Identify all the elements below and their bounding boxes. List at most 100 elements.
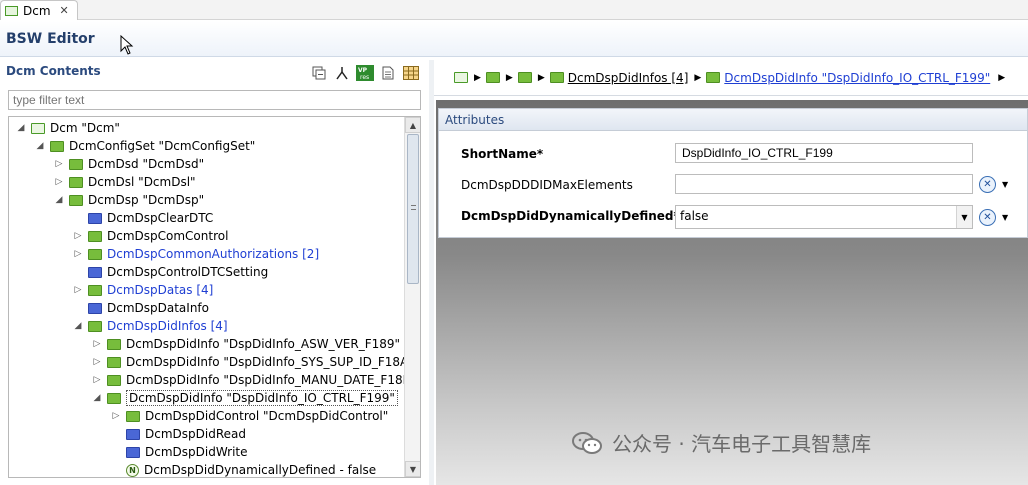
container-icon bbox=[88, 266, 102, 278]
tree-item[interactable]: ▷ DcmDsl "DcmDsl" bbox=[53, 173, 196, 191]
tree-item[interactable]: DcmDspDataInfo bbox=[72, 299, 209, 317]
chevron-down-icon[interactable]: ▼ bbox=[1002, 180, 1008, 189]
shortname-label: ShortName* bbox=[461, 147, 544, 161]
tree-item[interactable]: ▷ DcmDspDidInfo "DspDidInfo_ASW_VER_F189" bbox=[91, 335, 401, 353]
tree-item-label: DcmDspDidRead bbox=[145, 427, 246, 441]
table-icon bbox=[403, 66, 419, 80]
tree-item[interactable]: DcmDspDidRead bbox=[110, 425, 246, 443]
tree-item-label: DcmDspCommonAuthorizations [2] bbox=[107, 247, 320, 261]
breadcrumb-item[interactable]: DcmDspDidInfos [4] bbox=[568, 71, 689, 85]
breadcrumb-arrow-icon[interactable]: ▶ bbox=[506, 73, 513, 83]
collapsed-toggle-icon[interactable]: ▷ bbox=[91, 374, 103, 386]
dddid-tool-button[interactable]: ✕ ▼ bbox=[979, 174, 1015, 194]
panel-toolbar: VP res bbox=[306, 64, 421, 82]
expanded-toggle-icon[interactable]: ◢ bbox=[53, 194, 65, 206]
parameter-icon: N bbox=[126, 463, 139, 477]
attributes-section: Attributes ShortName* DcmDspDDDIDMaxElem… bbox=[438, 108, 1028, 238]
collapsed-toggle-icon[interactable]: ▷ bbox=[110, 410, 122, 422]
tab-dcm[interactable]: Dcm ✕ bbox=[0, 0, 78, 20]
scroll-up-icon[interactable]: ▲ bbox=[405, 117, 420, 133]
folder-icon bbox=[88, 248, 102, 260]
tree-item[interactable]: DcmDspClearDTC bbox=[72, 209, 213, 227]
variant-points-button[interactable]: VP res bbox=[355, 64, 375, 82]
watermark-text: 公众号 · 汽车电子工具智慧库 bbox=[612, 432, 872, 456]
module-icon bbox=[31, 122, 45, 134]
vp-label: VP bbox=[358, 67, 368, 74]
collapsed-toggle-icon[interactable]: ▷ bbox=[72, 284, 84, 296]
close-icon[interactable]: ✕ bbox=[60, 4, 69, 17]
breadcrumb-item-current[interactable]: DcmDspDidInfo "DspDidInfo_IO_CTRL_F199" bbox=[724, 71, 990, 85]
tree-item[interactable]: ◢ DcmDspDidInfo "DspDidInfo_IO_CTRL_F199" bbox=[91, 389, 398, 407]
tree-item[interactable]: ◢ Dcm "Dcm" bbox=[15, 119, 120, 137]
chevron-down-icon[interactable]: ▼ bbox=[956, 206, 972, 228]
tree-item-label: DcmDspComControl bbox=[107, 229, 229, 243]
breadcrumb-arrow-icon[interactable]: ▶ bbox=[474, 73, 481, 83]
tree-item[interactable]: ▷ DcmDspDidInfo "DspDidInfo_SYS_SUP_ID_F1… bbox=[91, 353, 414, 371]
did-dyn-tool-button[interactable]: ✕ ▼ bbox=[979, 207, 1015, 227]
scroll-thumb[interactable] bbox=[407, 134, 419, 284]
breadcrumb: ▶ ▶ ▶ DcmDspDidInfos [4] ▶ DcmDspDidInfo… bbox=[434, 60, 1028, 96]
collapsed-toggle-icon[interactable]: ▷ bbox=[91, 356, 103, 368]
folder-icon bbox=[107, 374, 121, 386]
folder-icon bbox=[107, 356, 121, 368]
tree-item[interactable]: ▷ DcmDspComControl bbox=[72, 227, 229, 245]
tree-item[interactable]: DcmDspDidWrite bbox=[110, 443, 248, 461]
folder-icon[interactable] bbox=[517, 72, 532, 83]
wrench-icon: ✕ bbox=[979, 208, 996, 226]
tree-item[interactable]: ◢ DcmConfigSet "DcmConfigSet" bbox=[34, 137, 256, 155]
collapsed-toggle-icon[interactable]: ▷ bbox=[53, 158, 65, 170]
tree-item-label: DcmDsp "DcmDsp" bbox=[88, 193, 205, 207]
mouse-pointer-icon bbox=[120, 35, 134, 55]
tab-label: Dcm bbox=[23, 3, 51, 18]
did-dynamically-defined-select[interactable]: false ▼ bbox=[675, 205, 973, 229]
document-icon bbox=[382, 66, 394, 80]
table-view-button[interactable] bbox=[401, 64, 421, 82]
tree-item[interactable]: ▷ DcmDspDatas [4] bbox=[72, 281, 214, 299]
dddid-max-elements-label: DcmDspDDDIDMaxElements bbox=[461, 178, 633, 192]
collapse-all-icon bbox=[312, 66, 326, 80]
hierarchy-button[interactable] bbox=[332, 64, 352, 82]
collapsed-toggle-icon[interactable]: ▷ bbox=[72, 248, 84, 260]
tree-item[interactable]: DcmDspControlDTCSetting bbox=[72, 263, 268, 281]
tree-item[interactable]: ▷ DcmDspCommonAuthorizations [2] bbox=[72, 245, 320, 263]
tree-item-label: DcmDspDidInfo "DspDidInfo_MANU_DATE_F18B… bbox=[126, 373, 417, 387]
module-icon[interactable] bbox=[454, 72, 468, 83]
chevron-down-icon[interactable]: ▼ bbox=[1002, 213, 1008, 222]
module-icon bbox=[5, 5, 18, 16]
tree-item-label: DcmDspDidControl "DcmDspDidControl" bbox=[145, 409, 389, 423]
tree-item-label: DcmDspDidWrite bbox=[145, 445, 248, 459]
shortname-field[interactable] bbox=[675, 143, 973, 163]
breadcrumb-arrow-icon[interactable]: ▶ bbox=[538, 73, 545, 83]
collapse-all-button[interactable] bbox=[309, 64, 329, 82]
folder-icon bbox=[549, 72, 564, 83]
collapsed-toggle-icon[interactable]: ▷ bbox=[91, 338, 103, 350]
tree-scrollbar[interactable]: ▲ ▼ bbox=[404, 117, 420, 477]
folder-icon bbox=[706, 72, 721, 83]
dddid-max-elements-field[interactable] bbox=[675, 174, 973, 194]
expanded-toggle-icon[interactable]: ◢ bbox=[72, 320, 84, 332]
folder-icon[interactable] bbox=[485, 72, 500, 83]
collapsed-toggle-icon[interactable]: ▷ bbox=[72, 230, 84, 242]
breadcrumb-arrow-icon[interactable]: ▶ bbox=[694, 73, 701, 83]
tree-item[interactable]: N DcmDspDidDynamicallyDefined - false bbox=[110, 461, 376, 477]
document-button[interactable] bbox=[378, 64, 398, 82]
tree-view[interactable]: ◢ Dcm "Dcm" ◢ DcmConfigSet "DcmConfigSet" ▷ D… bbox=[8, 116, 421, 478]
tree-item-label: DcmDsl "DcmDsl" bbox=[88, 175, 196, 189]
expanded-toggle-icon[interactable]: ◢ bbox=[91, 392, 103, 404]
attributes-heading[interactable]: Attributes bbox=[439, 109, 1027, 131]
tree-item[interactable]: ◢ DcmDspDidInfos [4] bbox=[72, 317, 228, 335]
expanded-toggle-icon[interactable]: ◢ bbox=[15, 122, 27, 134]
watermark: 公众号 · 汽车电子工具智慧库 bbox=[572, 428, 871, 457]
hierarchy-icon bbox=[336, 67, 348, 80]
tree-item[interactable]: ▷ DcmDspDidControl "DcmDspDidControl" bbox=[110, 407, 389, 425]
tree-item[interactable]: ▷ DcmDspDidInfo "DspDidInfo_MANU_DATE_F18… bbox=[91, 371, 417, 389]
tree-item[interactable]: ◢ DcmDsp "DcmDsp" bbox=[53, 191, 205, 209]
collapsed-toggle-icon[interactable]: ▷ bbox=[53, 176, 65, 188]
tree-item-label: DcmConfigSet "DcmConfigSet" bbox=[69, 139, 256, 153]
scroll-down-icon[interactable]: ▼ bbox=[405, 461, 420, 477]
breadcrumb-arrow-icon[interactable]: ▶ bbox=[998, 73, 1005, 83]
expanded-toggle-icon[interactable]: ◢ bbox=[34, 140, 46, 152]
tree-item[interactable]: ▷ DcmDsd "DcmDsd" bbox=[53, 155, 205, 173]
tree-item-label: DcmDspDidInfo "DspDidInfo_SYS_SUP_ID_F18… bbox=[126, 355, 414, 369]
filter-input[interactable] bbox=[8, 90, 421, 110]
